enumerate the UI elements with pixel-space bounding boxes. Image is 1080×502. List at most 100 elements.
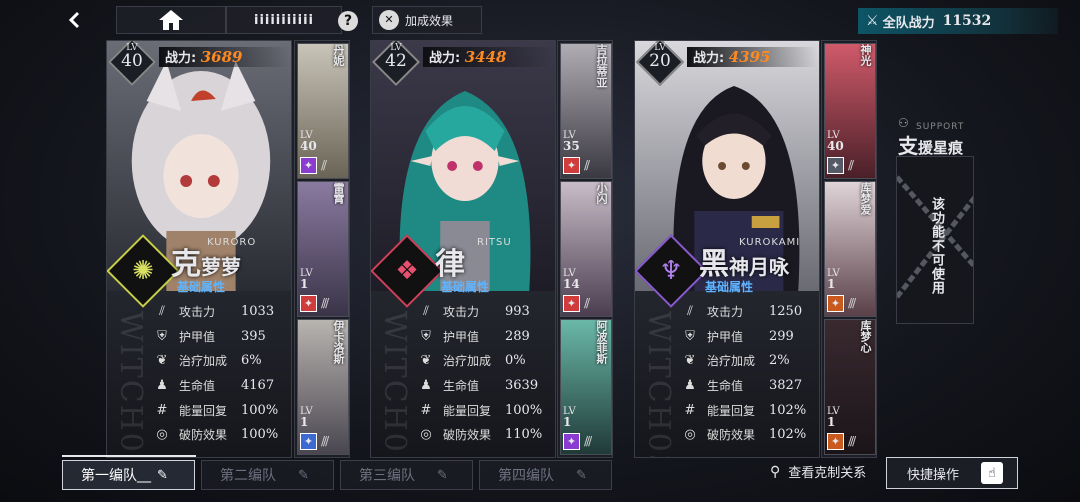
tab-team-1[interactable]: 第一编队 __ ✎ (62, 460, 195, 490)
question-icon: ? (343, 13, 353, 29)
locked-text: 该功能不可使用 (929, 197, 944, 295)
level-badge: LV 20 (649, 43, 671, 71)
sub-member[interactable]: 库梦爱 LV 1 ✦ /// (824, 181, 876, 317)
rank-slash-icon: // (321, 158, 327, 172)
sub-member[interactable]: 吉拉蒂亚 LV 35 ✦ // (560, 43, 612, 179)
rank-slash-icon: /// (584, 434, 592, 448)
character-power: 战力: 4395 (687, 47, 817, 67)
level-badge: LV 42 (385, 43, 407, 71)
break-icon: ◎ (684, 427, 696, 443)
stat-row: ❦ 治疗加成 6% (153, 348, 291, 373)
shield-icon: ⛨ (157, 328, 167, 344)
element-badge-icon: ✦ (300, 295, 317, 312)
hand-pointer-icon: ☝ (981, 462, 1003, 484)
character-name: 克萝萝 (171, 247, 241, 282)
element-badge-icon: ✦ (563, 433, 580, 450)
basic-attributes-label: 基础属性 (441, 280, 490, 294)
energy-icon: # (156, 402, 168, 418)
shield-icon: ⛨ (421, 328, 431, 344)
element-badge-icon: ✦ (563, 157, 580, 174)
character-power: 战力: 3689 (159, 47, 289, 67)
stats-list: ⫽ 攻击力 1033 ⛨ 护甲值 395 ❦ 治疗加成 6% ♟ 生命值 4167 # 能量回复 1… (153, 299, 291, 447)
team-power-bar: ⚔ 全队战力 11532 (858, 8, 1058, 34)
stat-row: ◎ 破防效果 102% (681, 422, 819, 447)
pencil-icon[interactable]: ✎ (298, 468, 309, 483)
rank-slash-icon: /// (321, 296, 329, 310)
break-icon: ◎ (420, 427, 432, 443)
stat-row: ◎ 破防效果 100% (153, 422, 291, 447)
stat-row: ⛨ 护甲值 289 (417, 324, 555, 349)
support-locked-slot[interactable]: 该功能不可使用 (896, 156, 974, 324)
claw-icon: ⫽ (687, 303, 693, 319)
basic-attributes-label: 基础属性 (705, 280, 754, 294)
bonus-effect-button[interactable]: ✕ 加成效果 (372, 6, 482, 34)
character-romaji: RITSU (477, 237, 512, 248)
element-badge-icon: ✦ (563, 295, 580, 312)
sub-member[interactable]: 阿波菲斯 LV 1 ✦ /// (560, 319, 612, 455)
character-power: 战力: 3448 (423, 47, 553, 67)
home-button[interactable] (116, 6, 226, 34)
support-title: 支援星痕 (898, 134, 964, 158)
element-badge-icon: ✦ (300, 157, 317, 174)
quick-actions-button[interactable]: 快捷操作 ☝ (886, 457, 1018, 489)
top-bar: iiiiiiiiiii ? ✕ 加成效果 ⚔ 全队战力 11532 (0, 0, 1080, 40)
sub-member[interactable]: 小闪 LV 14 ✦ // (560, 181, 612, 317)
character-card-1[interactable]: LV 40 战力: 3689 WITCH02 ✺ KURORO 克萝萝 基础属性… (106, 40, 292, 458)
witch-watermark: WITCH02 (113, 311, 148, 458)
sub-member[interactable]: 丹妮 LV 40 ✦ // (297, 43, 349, 179)
character-card-2[interactable]: LV 42 战力: 3448 WITCH01 ❖ RITSU 律 基础属性 ⫽ 攻… (370, 40, 556, 458)
support-panel: ⚇ SUPPORT 支援星痕 该功能不可使用 (894, 116, 978, 460)
heal-icon: ❦ (420, 353, 432, 369)
player-name: iiiiiiiiiii (226, 6, 342, 34)
stat-row: ⫽ 攻击力 1033 (153, 299, 291, 324)
element-badge-icon: ✦ (300, 433, 317, 450)
energy-icon: # (420, 402, 432, 418)
active-tab-indicator (62, 455, 196, 457)
character-name: 律 (435, 247, 465, 282)
heal-icon: ❦ (156, 353, 168, 369)
shield-icon: ⛨ (685, 328, 695, 344)
magnifier-icon: ⚲ (770, 463, 781, 480)
support-members-2: 吉拉蒂亚 LV 35 ✦ // 小闪 LV 14 ✦ // 阿波菲斯 LV 1 ✦ /… (557, 40, 613, 458)
tab-team-3[interactable]: 第三编队 ✎ (340, 460, 473, 490)
pencil-icon[interactable]: ✎ (576, 468, 587, 483)
trident-emblem-icon: ♆ (659, 256, 683, 286)
stats-list: ⫽ 攻击力 1250 ⛨ 护甲值 299 ❦ 治疗加成 2% ♟ 生命值 3827 # 能量回复 1… (681, 299, 819, 447)
break-icon: ◎ (156, 427, 168, 443)
basic-attributes-label: 基础属性 (177, 280, 226, 294)
wings-badge-icon: ✦ (827, 157, 844, 174)
pencil-icon[interactable]: ✎ (437, 468, 448, 483)
back-button[interactable] (60, 6, 90, 34)
sub-member[interactable]: 神光 LV 40 ✦ // (824, 43, 876, 179)
stat-row: # 能量回复 102% (681, 398, 819, 423)
character-card-3[interactable]: LV 20 战力: 4395 WITCH03 ♆ KUROKAMI 黑神月咏 基… (634, 40, 820, 458)
stat-row: ♟ 生命值 3827 (681, 373, 819, 398)
tab-team-2[interactable]: 第二编队 ✎ (201, 460, 334, 490)
support-members-3: 神光 LV 40 ✦ // 库梦爱 LV 1 ✦ /// 库梦心 LV 1 ✦ /// (821, 40, 877, 458)
stat-row: # 能量回复 100% (153, 398, 291, 423)
sub-member[interactable]: 伊卡洛斯 LV 1 ✦ /// (297, 319, 349, 455)
rank-slash-icon: // (848, 158, 854, 172)
tab-team-4[interactable]: 第四编队 ✎ (479, 460, 612, 490)
stat-row: # 能量回复 100% (417, 398, 555, 423)
sub-member[interactable]: 库梦心 LV 1 ✦ /// (824, 319, 876, 455)
sub-member[interactable]: 雷霄 LV 1 ✦ /// (297, 181, 349, 317)
rank-slash-icon: // (584, 296, 590, 310)
support-members-1: 丹妮 LV 40 ✦ // 雷霄 LV 1 ✦ /// 伊卡洛斯 LV 1 ✦ /// (294, 40, 350, 458)
stat-row: ⫽ 攻击力 1250 (681, 299, 819, 324)
stat-row: ⛨ 护甲值 299 (681, 324, 819, 349)
level-badge: LV 40 (121, 43, 143, 71)
element-badge-icon: ✦ (827, 433, 844, 450)
back-arrow-icon (68, 11, 80, 29)
home-icon (159, 10, 183, 30)
skull-emblem-icon: ✺ (132, 256, 154, 286)
view-relations-button[interactable]: ⚲ 查看克制关系 (770, 462, 866, 482)
swords-icon: ✕ (379, 10, 399, 30)
rank-slash-icon: /// (321, 434, 329, 448)
pencil-icon[interactable]: ✎ (157, 468, 168, 483)
claw-icon: ⫽ (423, 303, 429, 319)
help-button[interactable]: ? (338, 11, 358, 31)
stat-row: ⫽ 攻击力 993 (417, 299, 555, 324)
stat-row: ⛨ 护甲值 395 (153, 324, 291, 349)
health-icon: ♟ (420, 377, 432, 393)
